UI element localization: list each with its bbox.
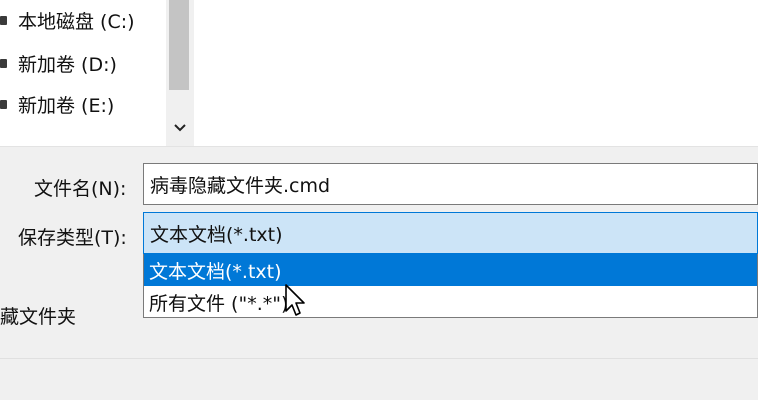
drive-icon <box>0 56 10 70</box>
drive-icon <box>0 13 10 27</box>
filename-value: 病毒隐藏文件夹.cmd <box>150 174 331 197</box>
dropdown-option-txt[interactable]: 文本文档(*.txt) <box>144 254 757 286</box>
hide-folders-label[interactable]: 藏文件夹 <box>0 302 76 329</box>
dropdown-option-all-files[interactable]: 所有文件 ("*.*") <box>144 286 757 318</box>
navigation-tree: 本地磁盘 (C:) 新加卷 (D:) 新加卷 (E:) <box>0 0 166 146</box>
divider <box>0 146 758 147</box>
tree-item-label: 新加卷 (D:) <box>18 53 117 76</box>
save-as-dialog: 本地磁盘 (C:) 新加卷 (D:) 新加卷 (E:) 文件名(N): 病毒隐藏… <box>0 0 758 400</box>
mouse-cursor-icon <box>284 283 306 319</box>
option-label: 所有文件 ("*.*") <box>149 292 289 315</box>
tree-item-label: 新加卷 (E:) <box>18 94 115 117</box>
tree-item-drive-e[interactable]: 新加卷 (E:) <box>0 87 166 121</box>
file-list-area <box>194 0 758 146</box>
scrollbar-thumb[interactable] <box>169 0 189 90</box>
drive-icon <box>0 97 10 111</box>
savetype-value: 文本文档(*.txt) <box>150 223 283 246</box>
savetype-select[interactable]: 文本文档(*.txt) <box>143 212 758 254</box>
option-label: 文本文档(*.txt) <box>149 260 282 283</box>
tree-item-label: 本地磁盘 (C:) <box>18 10 135 33</box>
dialog-footer <box>0 359 758 400</box>
savetype-dropdown-list: 文本文档(*.txt) 所有文件 ("*.*") <box>143 254 758 318</box>
tree-item-drive-c[interactable]: 本地磁盘 (C:) <box>0 3 166 37</box>
tree-scrollbar[interactable] <box>166 0 194 146</box>
savetype-label: 保存类型(T): <box>18 227 127 249</box>
tree-item-drive-d[interactable]: 新加卷 (D:) <box>0 46 166 80</box>
chevron-down-icon[interactable] <box>170 118 190 138</box>
filename-input[interactable]: 病毒隐藏文件夹.cmd <box>143 163 758 205</box>
filename-label: 文件名(N): <box>34 178 127 200</box>
